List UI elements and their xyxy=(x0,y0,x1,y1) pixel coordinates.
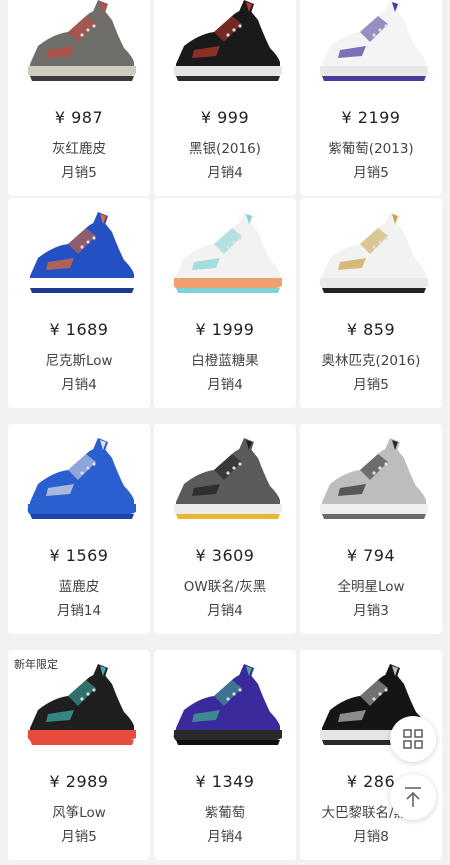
product-name: 黑银(2016) xyxy=(189,141,261,157)
product-name: 紫葡萄(2013) xyxy=(328,141,414,157)
product-price: ¥ 1569 xyxy=(49,546,109,565)
product-name: 白橙蓝糖果 xyxy=(191,353,259,369)
product-price: ¥ 794 xyxy=(346,546,396,565)
product-name: 尼克斯Low xyxy=(45,353,113,369)
product-price: ¥ 987 xyxy=(54,108,104,127)
monthly-sales: 月销3 xyxy=(353,603,389,619)
product-price: ¥ 2989 xyxy=(49,772,109,791)
sneaker-image xyxy=(27,438,137,519)
product-price: ¥ 859 xyxy=(346,320,396,339)
product-card[interactable]: ¥ 987 灰红鹿皮月销5 xyxy=(8,0,150,196)
product-name: 蓝鹿皮 xyxy=(58,579,100,595)
monthly-sales: 月销4 xyxy=(207,603,243,619)
product-card[interactable]: ¥ 999 黑银(2016) 月销4 xyxy=(154,0,296,196)
product-card[interactable]: ¥ 794 全明星Low 月销3 xyxy=(300,424,442,634)
product-price: ¥ 3609 xyxy=(195,546,255,565)
product-price: ¥ 1999 xyxy=(195,320,255,339)
product-card[interactable]: 新年限定 ¥ 2989 风筝Low 月销5 xyxy=(8,650,150,860)
product-image[interactable] xyxy=(8,0,150,96)
product-image[interactable] xyxy=(300,198,442,308)
promo-badge: 新年限定 xyxy=(14,658,58,671)
product-card[interactable]: ¥ 859 奥林匹克(2016) 月销5 xyxy=(300,198,442,408)
product-name: 紫葡萄 xyxy=(204,805,246,821)
back-to-top-button[interactable] xyxy=(390,774,436,820)
sneaker-image xyxy=(173,664,282,745)
product-image[interactable] xyxy=(154,650,296,760)
sneaker-image xyxy=(319,0,428,81)
product-image[interactable] xyxy=(300,0,442,96)
product-card[interactable]: ¥ 1349 紫葡萄月销4 xyxy=(154,650,296,860)
monthly-sales: 月销5 xyxy=(353,165,389,181)
monthly-sales: 月销4 xyxy=(207,165,243,181)
product-image[interactable] xyxy=(300,424,442,534)
monthly-sales: 月销5 xyxy=(61,829,97,845)
product-card[interactable]: ¥ 1999 白橙蓝糖果月销4 xyxy=(154,198,296,408)
product-name: 风筝Low xyxy=(52,805,106,821)
arrow-up-icon xyxy=(405,787,421,807)
product-grid: ¥ 987 灰红鹿皮月销5 ¥ 999 黑银(2016) 月销4 ¥ 2199 紫葡萄(20… xyxy=(0,0,450,865)
product-image[interactable] xyxy=(154,424,296,534)
monthly-sales: 月销4 xyxy=(207,377,243,393)
sneaker-image xyxy=(319,212,428,293)
product-name: 灰红鹿皮 xyxy=(52,141,106,157)
grid-icon xyxy=(403,729,423,749)
product-price: ¥ 1349 xyxy=(195,772,255,791)
product-name: OW联名/灰黑 xyxy=(183,579,267,595)
product-image[interactable] xyxy=(154,198,296,308)
product-image[interactable] xyxy=(8,424,150,534)
monthly-sales: 月销4 xyxy=(61,377,97,393)
product-image[interactable] xyxy=(154,0,296,96)
monthly-sales: 月销5 xyxy=(61,165,97,181)
monthly-sales: 月销5 xyxy=(353,377,389,393)
monthly-sales: 月销4 xyxy=(207,829,243,845)
product-card[interactable]: ¥ 1569 蓝鹿皮月销14 xyxy=(8,424,150,634)
product-name: 全明星Low xyxy=(337,579,405,595)
product-card[interactable]: ¥ 1689 尼克斯Low 月销4 xyxy=(8,198,150,408)
product-card[interactable]: ¥ 2199 紫葡萄(2013) 月销5 xyxy=(300,0,442,196)
sneaker-image xyxy=(27,0,137,81)
product-price: ¥ 999 xyxy=(200,108,250,127)
product-price: ¥ 1689 xyxy=(49,320,109,339)
monthly-sales: 月销14 xyxy=(56,603,102,619)
product-card[interactable]: ¥ 3609 OW联名/灰黑 月销4 xyxy=(154,424,296,634)
sneaker-image xyxy=(27,212,137,293)
sneaker-image xyxy=(173,438,282,519)
monthly-sales: 月销8 xyxy=(353,829,389,845)
product-image[interactable] xyxy=(8,198,150,308)
product-price: ¥ 2199 xyxy=(341,108,401,127)
product-name: 奥林匹克(2016) xyxy=(321,353,421,369)
sneaker-image xyxy=(173,0,282,81)
sneaker-image xyxy=(173,212,282,293)
grid-view-button[interactable] xyxy=(390,716,436,762)
sneaker-image xyxy=(319,438,428,519)
